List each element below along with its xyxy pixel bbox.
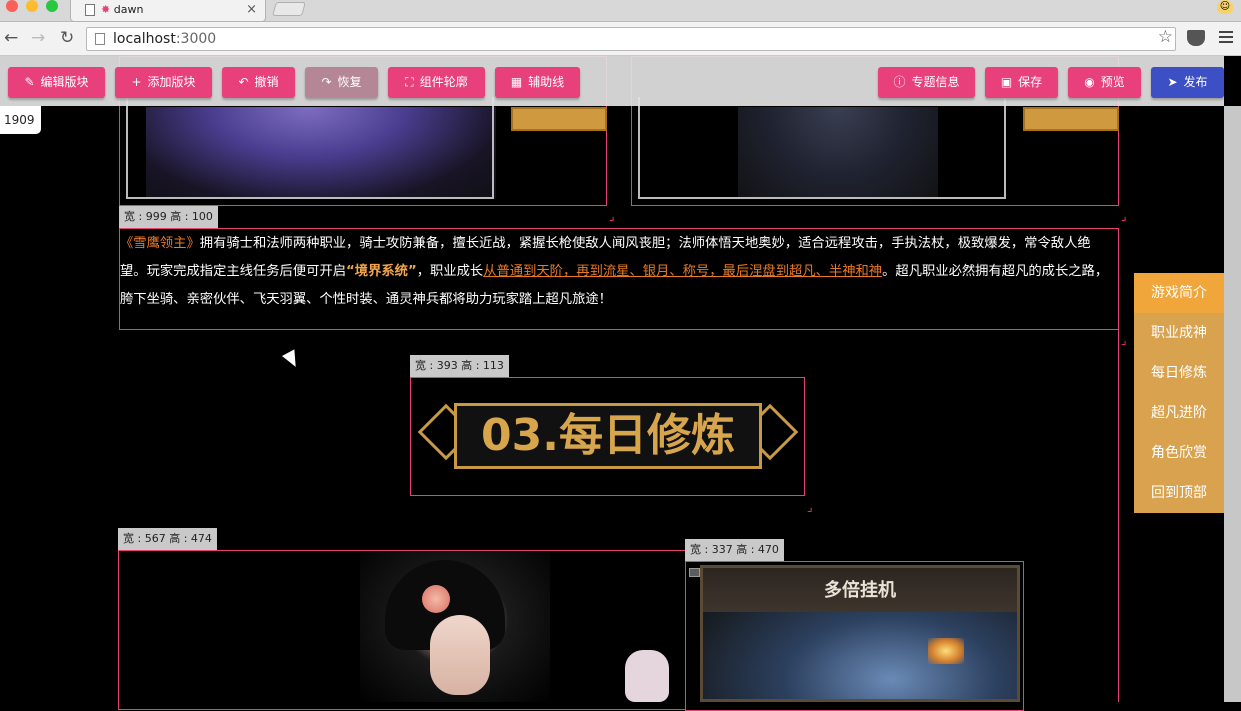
side-nav: 游戏简介 职业成神 每日修炼 超凡进阶 角色欣赏 回到顶部 [1134, 273, 1224, 513]
window-close-button[interactable] [6, 0, 18, 12]
game-screenshot: 多倍挂机 [700, 565, 1020, 702]
edit-block-button[interactable]: ✎ 编辑版块 [8, 67, 105, 98]
forward-icon[interactable]: → [31, 29, 45, 47]
reload-icon[interactable]: ↻ [60, 29, 74, 47]
save-icon: ▣ [1000, 75, 1013, 89]
edit-block-label: 编辑版块 [40, 75, 89, 89]
topic-info-button[interactable]: ⓘ 专题信息 [878, 67, 975, 98]
undo-label: 撤销 [254, 75, 279, 89]
scroll-position-readout: 1909 [0, 106, 41, 134]
resize-handle-icon[interactable]: ⌟ [807, 501, 819, 513]
bookmark-star-icon[interactable]: ☆ [1158, 27, 1173, 47]
screenshot-title: 多倍挂机 [824, 580, 896, 601]
browser-tab-strip: ✸ dawn × ☺ [0, 0, 1241, 22]
save-button[interactable]: ▣ 保存 [985, 67, 1058, 98]
window-maximize-button[interactable] [46, 0, 58, 12]
new-tab-button[interactable] [272, 2, 306, 16]
system-name: “境界系统” [346, 264, 417, 279]
card-frame [126, 97, 494, 199]
nav-daily[interactable]: 每日修炼 [1134, 353, 1224, 393]
title-plate: 03.每日修炼 [454, 403, 762, 469]
size-tag: 宽 : 393 高 : 113 [410, 355, 509, 377]
nav-career[interactable]: 职业成神 [1134, 313, 1224, 353]
screenshot-header: 多倍挂机 [703, 568, 1017, 612]
topic-info-label: 专题信息 [911, 75, 960, 89]
preview-label: 预览 [1100, 75, 1125, 89]
guides-label: 辅助线 [528, 75, 565, 89]
outline-icon: ⛶ [405, 75, 414, 89]
gold-badge [511, 107, 607, 131]
browser-tab[interactable]: ✸ dawn × [70, 0, 266, 22]
card-frame [638, 97, 1006, 199]
growth-link[interactable]: 从普通到天阶，再到流星、银月、称号，最后涅盘到超凡、半神和神 [483, 264, 882, 279]
preview-icon: ◉ [1084, 75, 1095, 89]
profile-icon[interactable]: ☺ [1217, 0, 1233, 14]
address-bar: ← → ↻ localhost:3000 ☆ [0, 22, 1241, 56]
window-minimize-button[interactable] [26, 0, 38, 12]
page-scrollbar[interactable] [1224, 106, 1241, 702]
redo-icon: ↷ [321, 75, 332, 89]
burst-icon: ✸ [101, 3, 111, 16]
tab-close-icon[interactable]: × [246, 0, 257, 20]
size-tag: 宽 : 567 高 : 474 [118, 528, 217, 550]
page-info-icon [95, 33, 105, 45]
nav-characters[interactable]: 角色欣赏 [1134, 433, 1224, 473]
hair-flower [422, 585, 450, 613]
undo-button[interactable]: ↶ 撤销 [222, 67, 295, 98]
nav-advance[interactable]: 超凡进阶 [1134, 393, 1224, 433]
back-icon[interactable]: ← [4, 29, 18, 47]
add-block-button[interactable]: + 添加版块 [115, 67, 212, 98]
add-block-icon: + [131, 75, 142, 89]
resize-handle-icon[interactable]: ⌟ [1121, 210, 1133, 222]
tab-title: dawn [113, 3, 144, 16]
url-input[interactable]: localhost:3000 [86, 27, 1176, 51]
undo-icon: ↶ [238, 75, 249, 89]
section-title-banner: 03.每日修炼 [417, 385, 799, 487]
url-host: localhost [113, 31, 176, 47]
section-title: 03.每日修炼 [481, 410, 735, 461]
pocket-icon[interactable] [1187, 30, 1205, 46]
resize-handle-icon[interactable]: ⌟ [1121, 334, 1133, 346]
publish-label: 发布 [1183, 75, 1208, 89]
intro-paragraph: 《雪鹰领主》拥有骑士和法师两种职业，骑士攻防兼备，擅长近战，紧握长枪使敌人闻风丧… [120, 230, 1117, 314]
url-port: :3000 [175, 31, 217, 47]
outline-button[interactable]: ⛶ 组件轮廓 [388, 67, 485, 98]
intro-text-2: ，职业成长 [416, 264, 484, 279]
preview-button[interactable]: ◉ 预览 [1068, 67, 1141, 98]
publish-icon: ➤ [1167, 75, 1178, 89]
nav-back-to-top[interactable]: 回到顶部 [1134, 473, 1224, 513]
game-name: 《雪鹰领主》 [120, 236, 200, 251]
page-icon [85, 4, 95, 16]
size-tag: 宽 : 337 高 : 470 [685, 539, 784, 561]
nav-game-intro[interactable]: 游戏简介 [1134, 273, 1224, 313]
lamp-glow [928, 638, 964, 664]
outline-label: 组件轮廓 [419, 75, 468, 89]
redo-label: 恢复 [337, 75, 362, 89]
redo-button[interactable]: ↷ 恢复 [305, 67, 378, 98]
size-tag: 宽 : 999 高 : 100 [119, 206, 218, 228]
container-outline [1118, 330, 1119, 702]
add-block-label: 添加版块 [147, 75, 196, 89]
collapse-icon[interactable] [689, 568, 700, 577]
publish-button[interactable]: ➤ 发布 [1151, 67, 1224, 98]
browser-menu-icon[interactable] [1219, 31, 1233, 46]
gold-badge [1023, 107, 1119, 131]
character-face [430, 615, 490, 695]
topic-info-icon: ⓘ [893, 75, 906, 89]
guides-icon: ▦ [510, 75, 523, 89]
edit-block-icon: ✎ [24, 75, 35, 89]
guides-button[interactable]: ▦ 辅助线 [495, 67, 580, 98]
resize-handle-icon[interactable]: ⌟ [609, 210, 621, 222]
save-label: 保存 [1018, 75, 1043, 89]
character-hand [625, 650, 669, 702]
